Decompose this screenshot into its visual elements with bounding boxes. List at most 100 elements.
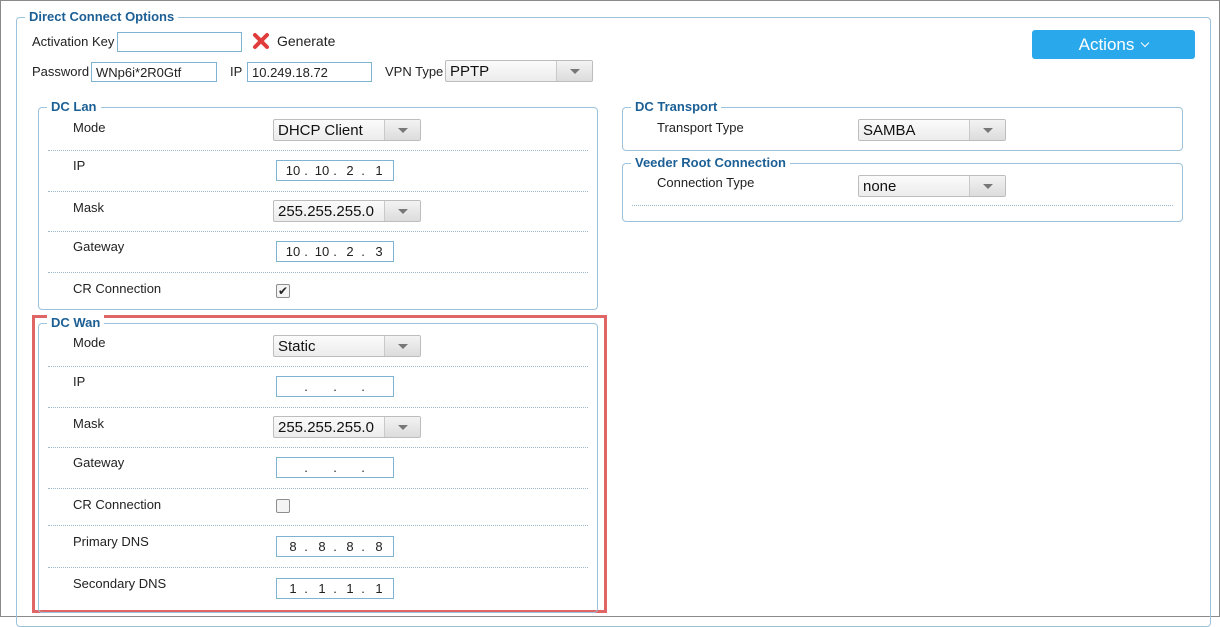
dc-lan-mask-select[interactable]: 255.255.255.0 <box>273 200 421 222</box>
ip-octet: 1 <box>375 581 383 596</box>
chevron-down-icon <box>570 69 580 74</box>
generate-link[interactable]: Generate <box>277 33 335 49</box>
dc-transport-title: DC Transport <box>631 99 722 115</box>
ip-octet: 8 <box>346 539 354 554</box>
ip-dot: . <box>361 379 365 394</box>
chevron-down-icon <box>398 344 408 349</box>
dc-lan-mode-label: Mode <box>73 120 106 135</box>
dc-wan-mask-label: Mask <box>73 416 105 431</box>
ip-octet: 10 <box>314 163 330 178</box>
dc-lan-cr-connection-checkbox[interactable]: ✔ <box>276 284 290 298</box>
vpn-type-select[interactable]: PPTP <box>445 60 593 82</box>
ip-dot: . <box>304 244 308 259</box>
dc-wan-primary-dns-input[interactable]: 8 . 8 . 8 . 8 <box>276 536 394 557</box>
ip-dot: . <box>361 460 365 475</box>
vpn-type-value: PPTP <box>450 63 490 80</box>
chevron-down-icon <box>398 209 408 214</box>
dc-wan-mask-select[interactable]: 255.255.255.0 <box>273 416 421 438</box>
direct-connect-options-title: Direct Connect Options <box>25 9 179 25</box>
dc-lan-gateway-label: Gateway <box>73 239 125 254</box>
ip-dot: . <box>304 581 308 596</box>
dc-wan-secondary-dns-label: Secondary DNS <box>73 576 167 591</box>
actions-label: Actions <box>1078 35 1135 54</box>
dc-lan-cr-connection-label: CR Connection <box>73 281 162 296</box>
connection-type-value: none <box>863 178 897 195</box>
ip-dot: . <box>361 539 365 554</box>
dc-wan-mask-value: 255.255.255.0 <box>278 419 374 436</box>
dc-wan-secondary-dns-input[interactable]: 1 . 1 . 1 . 1 <box>276 578 394 599</box>
ip-octet: 1 <box>375 163 383 178</box>
ip-dot: . <box>361 163 365 178</box>
row-divider <box>632 205 1173 206</box>
row-divider <box>48 191 588 192</box>
ip-octet: 1 <box>346 581 354 596</box>
dc-wan-gateway-input[interactable]: . . . <box>276 457 394 478</box>
ip-octet: 8 <box>289 539 297 554</box>
dc-wan-mode-value: Static <box>278 338 316 355</box>
activation-key-label: Activation Key <box>32 34 115 49</box>
chevron-down-icon <box>983 184 993 189</box>
dc-wan-mode-select[interactable]: Static <box>273 335 421 357</box>
connection-type-dropdown-button[interactable] <box>969 176 1005 196</box>
ip-dot: . <box>304 379 308 394</box>
ip-octet: 2 <box>346 163 354 178</box>
ip-octet: 1 <box>289 581 297 596</box>
dc-wan-cr-connection-checkbox[interactable] <box>276 499 290 513</box>
dc-lan-mode-value: DHCP Client <box>278 122 363 139</box>
ip-octet: 8 <box>375 539 383 554</box>
ip-input[interactable] <box>247 62 372 82</box>
dc-wan-primary-dns-label: Primary DNS <box>73 534 149 549</box>
connection-type-select[interactable]: none <box>858 175 1006 197</box>
chevron-down-icon <box>398 128 408 133</box>
ip-dot: . <box>361 244 365 259</box>
dc-wan-cr-connection-label: CR Connection <box>73 497 162 512</box>
ip-octet: 1 <box>318 581 326 596</box>
dc-lan-title: DC Lan <box>47 99 101 115</box>
dc-lan-mask-value: 255.255.255.0 <box>278 203 374 220</box>
chevron-down-icon <box>983 128 993 133</box>
row-divider <box>48 272 588 273</box>
dc-wan-ip-input[interactable]: . . . <box>276 376 394 397</box>
ip-dot: . <box>304 163 308 178</box>
ip-dot: . <box>361 581 365 596</box>
actions-button[interactable]: Actions <box>1032 30 1195 59</box>
dc-wan-mask-dropdown-button[interactable] <box>384 417 420 437</box>
dc-lan-mode-select[interactable]: DHCP Client <box>273 119 421 141</box>
row-divider <box>48 525 588 526</box>
ip-dot: . <box>333 460 337 475</box>
row-divider <box>48 366 588 367</box>
dc-lan-ip-label: IP <box>73 158 86 173</box>
ip-dot: . <box>304 539 308 554</box>
chevron-down-icon <box>398 425 408 430</box>
dc-lan-ip-input[interactable]: 10 . 10 . 2 . 1 <box>276 160 394 181</box>
ip-dot: . <box>304 460 308 475</box>
ip-octet: 2 <box>346 244 354 259</box>
dc-lan-mode-dropdown-button[interactable] <box>384 120 420 140</box>
ip-label: IP <box>230 64 243 79</box>
row-divider <box>48 407 588 408</box>
ip-octet: 3 <box>375 244 383 259</box>
password-label: Password <box>32 64 90 79</box>
transport-type-select[interactable]: SAMBA <box>858 119 1006 141</box>
row-divider <box>48 488 588 489</box>
ip-dot: . <box>333 581 337 596</box>
dc-wan-ip-label: IP <box>73 374 86 389</box>
dc-wan-mode-dropdown-button[interactable] <box>384 336 420 356</box>
transport-type-dropdown-button[interactable] <box>969 120 1005 140</box>
row-divider <box>48 447 588 448</box>
transport-type-label: Transport Type <box>657 120 744 135</box>
activation-key-input[interactable] <box>117 32 242 52</box>
generate-x-icon[interactable] <box>252 32 270 50</box>
ip-dot: . <box>333 539 337 554</box>
password-input[interactable] <box>91 62 217 82</box>
ip-dot: . <box>333 379 337 394</box>
dc-lan-gateway-input[interactable]: 10 . 10 . 2 . 3 <box>276 241 394 262</box>
ip-octet: 8 <box>318 539 326 554</box>
vpn-type-dropdown-button[interactable] <box>556 61 592 81</box>
ip-octet: 10 <box>285 163 301 178</box>
dc-lan-mask-dropdown-button[interactable] <box>384 201 420 221</box>
transport-type-value: SAMBA <box>863 122 916 139</box>
row-divider <box>48 231 588 232</box>
ip-dot: . <box>333 244 337 259</box>
chevron-down-icon <box>1141 38 1150 48</box>
